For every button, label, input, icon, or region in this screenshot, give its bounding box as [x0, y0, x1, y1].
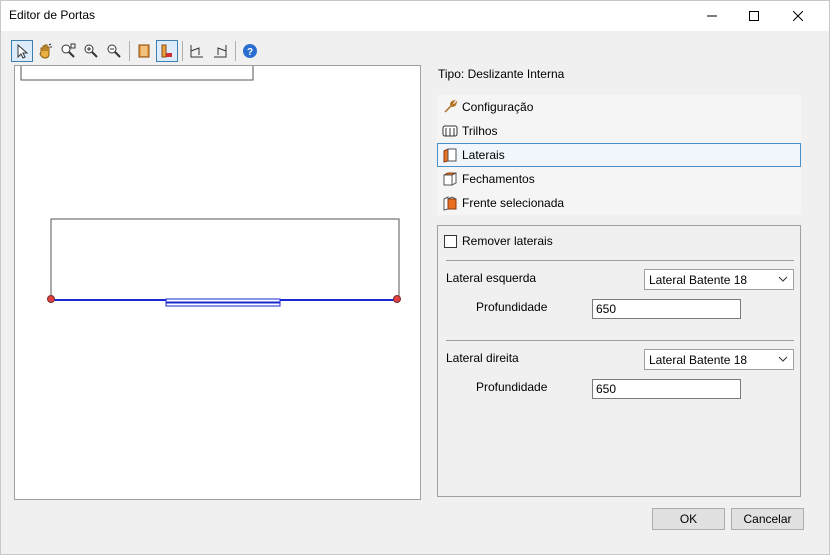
svg-text:?: ? [247, 47, 253, 58]
right-depth-label: Profundidade [476, 380, 548, 394]
help-icon: ? [243, 44, 257, 58]
perspective-left-button[interactable] [186, 40, 208, 62]
maximize-icon [749, 11, 759, 21]
close-icon [793, 11, 803, 21]
closure-icon [441, 170, 459, 188]
rails-icon [441, 122, 459, 140]
door-outline [50, 218, 400, 301]
maximize-button[interactable] [732, 1, 776, 31]
section-trilhos[interactable]: Trilhos [437, 119, 801, 143]
minimize-button[interactable] [690, 1, 734, 31]
zoom-in-button[interactable] [80, 40, 102, 62]
left-depth-input[interactable] [592, 299, 741, 319]
toolbar-separator [182, 41, 183, 61]
remove-sides-checkbox[interactable] [444, 234, 457, 248]
ok-button[interactable]: OK [652, 508, 725, 530]
section-label: Laterais [462, 148, 505, 162]
door-side-view-button[interactable] [156, 40, 178, 62]
sliding-panel-back [165, 302, 281, 307]
toolbar: ? [11, 39, 262, 63]
section-laterais[interactable]: Laterais [437, 143, 801, 167]
wrench-icon [441, 98, 459, 116]
toolbar-separator [129, 41, 130, 61]
zoom-out-button[interactable] [103, 40, 125, 62]
door-drawing-canvas[interactable] [14, 65, 421, 500]
divider [446, 340, 794, 341]
side-panel-icon [441, 146, 459, 164]
chevron-down-icon [778, 276, 788, 282]
left-side-label: Lateral esquerda [446, 271, 537, 285]
right-side-label: Lateral direita [446, 351, 519, 365]
minimize-icon [707, 15, 717, 17]
left-depth-label: Profundidade [476, 300, 548, 314]
section-list: Configuração Trilhos Laterais Fechamento… [437, 95, 801, 215]
door-front-icon [138, 44, 150, 58]
remove-sides-row[interactable]: Remover laterais [444, 234, 553, 248]
cancel-button[interactable]: Cancelar [731, 508, 804, 530]
left-side-value: Lateral Batente 18 [649, 272, 748, 287]
section-fechamentos[interactable]: Fechamentos [437, 167, 801, 191]
sliding-panel [165, 298, 281, 303]
toolbar-separator [235, 41, 236, 61]
door-front-view-button[interactable] [133, 40, 155, 62]
remove-sides-label: Remover laterais [462, 234, 553, 248]
right-side-value: Lateral Batente 18 [649, 352, 748, 367]
help-button[interactable]: ? [239, 40, 261, 62]
zoom-window-icon [61, 43, 76, 58]
section-label: Trilhos [462, 124, 498, 138]
zoom-window-button[interactable] [57, 40, 79, 62]
zoom-out-icon [107, 44, 121, 58]
section-label: Configuração [462, 100, 534, 114]
chevron-down-icon [778, 356, 788, 362]
pan-hand-icon [39, 43, 52, 59]
top-frame-outline [20, 66, 254, 81]
door-side-icon [161, 44, 172, 58]
section-label: Frente selecionada [462, 196, 565, 210]
window-title: Editor de Portas [9, 8, 96, 22]
section-frente-selecionada[interactable]: Frente selecionada [437, 191, 801, 215]
select-arrow-icon [17, 43, 29, 59]
door-editor-window: Editor de Portas ? Tipo: Deslizante Inte… [0, 0, 830, 555]
left-pivot-point [47, 295, 55, 303]
door-drawing [20, 66, 401, 307]
pan-tool-button[interactable] [34, 40, 56, 62]
section-configuracao[interactable]: Configuração [437, 95, 801, 119]
close-button[interactable] [776, 1, 820, 31]
perspective-right-button[interactable] [209, 40, 231, 62]
right-side-select[interactable]: Lateral Batente 18 [644, 349, 794, 370]
title-bar: Editor de Portas [1, 1, 829, 31]
perspective-left-icon [190, 45, 203, 58]
laterais-details-panel: Remover laterais Lateral esquerda Latera… [437, 225, 801, 497]
section-label: Fechamentos [462, 172, 535, 186]
zoom-in-icon [84, 44, 98, 58]
front-selected-icon [441, 194, 459, 212]
right-pivot-point [393, 295, 401, 303]
door-type-label: Tipo: Deslizante Interna [438, 67, 565, 81]
right-depth-input[interactable] [592, 379, 741, 399]
divider [446, 260, 794, 261]
left-side-select[interactable]: Lateral Batente 18 [644, 269, 794, 290]
select-tool-button[interactable] [11, 40, 33, 62]
perspective-right-icon [214, 45, 227, 58]
